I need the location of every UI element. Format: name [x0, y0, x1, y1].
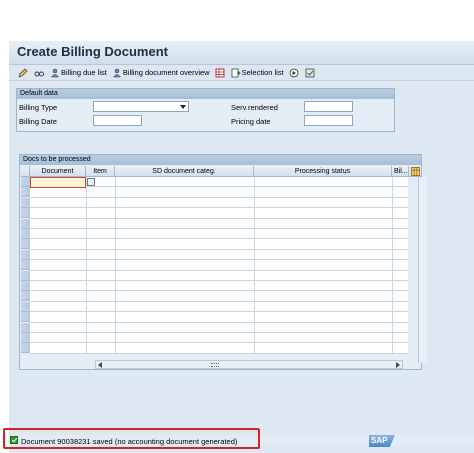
row-selector[interactable]: [21, 322, 30, 333]
default-data-header: Default data: [17, 89, 394, 99]
column-divider: [392, 177, 393, 353]
row-selector[interactable]: [21, 301, 30, 312]
table-settings-button[interactable]: [409, 166, 422, 177]
serv-rendered-label: Serv.rendered: [231, 103, 278, 112]
row-selector[interactable]: [21, 260, 30, 271]
save-icon: [305, 68, 315, 77]
column-header-billing[interactable]: Bil...: [392, 166, 409, 177]
billing-document-overview-label: Billing document overview: [122, 68, 210, 77]
column-header-processing-status[interactable]: Processing status: [254, 166, 392, 177]
table-settings-icon: [410, 167, 420, 176]
execute-icon: [289, 68, 299, 77]
scroll-thumb[interactable]: [211, 363, 219, 367]
billing-due-list-label: Billing due list: [61, 68, 107, 77]
horizontal-scrollbar[interactable]: [95, 360, 403, 369]
serv-rendered-field[interactable]: [304, 101, 353, 112]
row-selector[interactable]: [21, 177, 30, 187]
row-selector[interactable]: [21, 333, 30, 343]
selection-list-label: Selection list: [241, 68, 284, 77]
row-selector[interactable]: [21, 239, 30, 250]
billing-document-overview-button[interactable]: Billing document overview: [112, 68, 210, 78]
selection-list-icon: [231, 68, 241, 77]
column-header-document[interactable]: Document: [30, 166, 86, 177]
billing-date-label: Billing Date: [19, 117, 57, 126]
billing-date-field[interactable]: [93, 115, 142, 126]
row-selector[interactable]: [21, 343, 30, 354]
docs-table-group: Docs to be processed Document Item SD do…: [19, 154, 427, 370]
row-selector[interactable]: [21, 218, 30, 229]
status-message[interactable]: Document 90038231 saved (no accounting d…: [21, 437, 237, 446]
display-button[interactable]: [34, 68, 45, 78]
person-list-icon: [112, 68, 121, 77]
billing-due-list-button[interactable]: Billing due list: [50, 68, 107, 78]
table-button[interactable]: [215, 68, 226, 78]
vertical-scrollbar[interactable]: [418, 177, 427, 363]
row-selector[interactable]: [21, 291, 30, 302]
row-selector-header[interactable]: [21, 166, 30, 177]
change-button[interactable]: [18, 68, 29, 78]
glasses-icon: [34, 71, 44, 76]
execute-button[interactable]: [289, 68, 300, 78]
chevron-down-icon[interactable]: [180, 105, 186, 109]
billing-type-dropdown[interactable]: [93, 101, 189, 112]
application-toolbar: Billing due list Billing document overvi…: [9, 65, 474, 81]
column-divider: [86, 177, 87, 353]
row-selector[interactable]: [21, 312, 30, 323]
document-input[interactable]: [30, 177, 86, 188]
row-selector[interactable]: [21, 208, 30, 219]
row-selector[interactable]: [21, 249, 30, 260]
billing-type-label: Billing Type: [19, 103, 58, 112]
row-selector[interactable]: [21, 281, 30, 291]
value-help-icon[interactable]: [87, 178, 95, 186]
page-title: Create Billing Document: [17, 44, 168, 59]
pricing-date-field[interactable]: [304, 115, 353, 126]
scroll-right-icon[interactable]: [396, 362, 400, 368]
title-bar: Create Billing Document: [9, 41, 474, 65]
docs-table-header: Docs to be processed: [20, 155, 421, 165]
column-header-sd-document-categ[interactable]: SD document categ.: [115, 166, 254, 177]
scroll-left-icon[interactable]: [98, 362, 102, 368]
pencil-icon: [18, 68, 28, 78]
row-selector[interactable]: [21, 270, 30, 281]
success-check-icon: [10, 436, 18, 444]
selection-list-button[interactable]: Selection list: [231, 68, 284, 78]
column-divider: [254, 177, 255, 353]
row-selector[interactable]: [21, 229, 30, 239]
row-selector[interactable]: [21, 197, 30, 208]
person-list-icon: [51, 68, 59, 77]
column-header-item[interactable]: Item: [86, 166, 115, 177]
column-divider: [115, 177, 116, 353]
table-icon: [215, 68, 225, 77]
row-selector[interactable]: [21, 187, 30, 198]
docs-grid: [21, 177, 408, 354]
save-button[interactable]: [305, 68, 316, 78]
pricing-date-label: Pricing date: [231, 117, 271, 126]
